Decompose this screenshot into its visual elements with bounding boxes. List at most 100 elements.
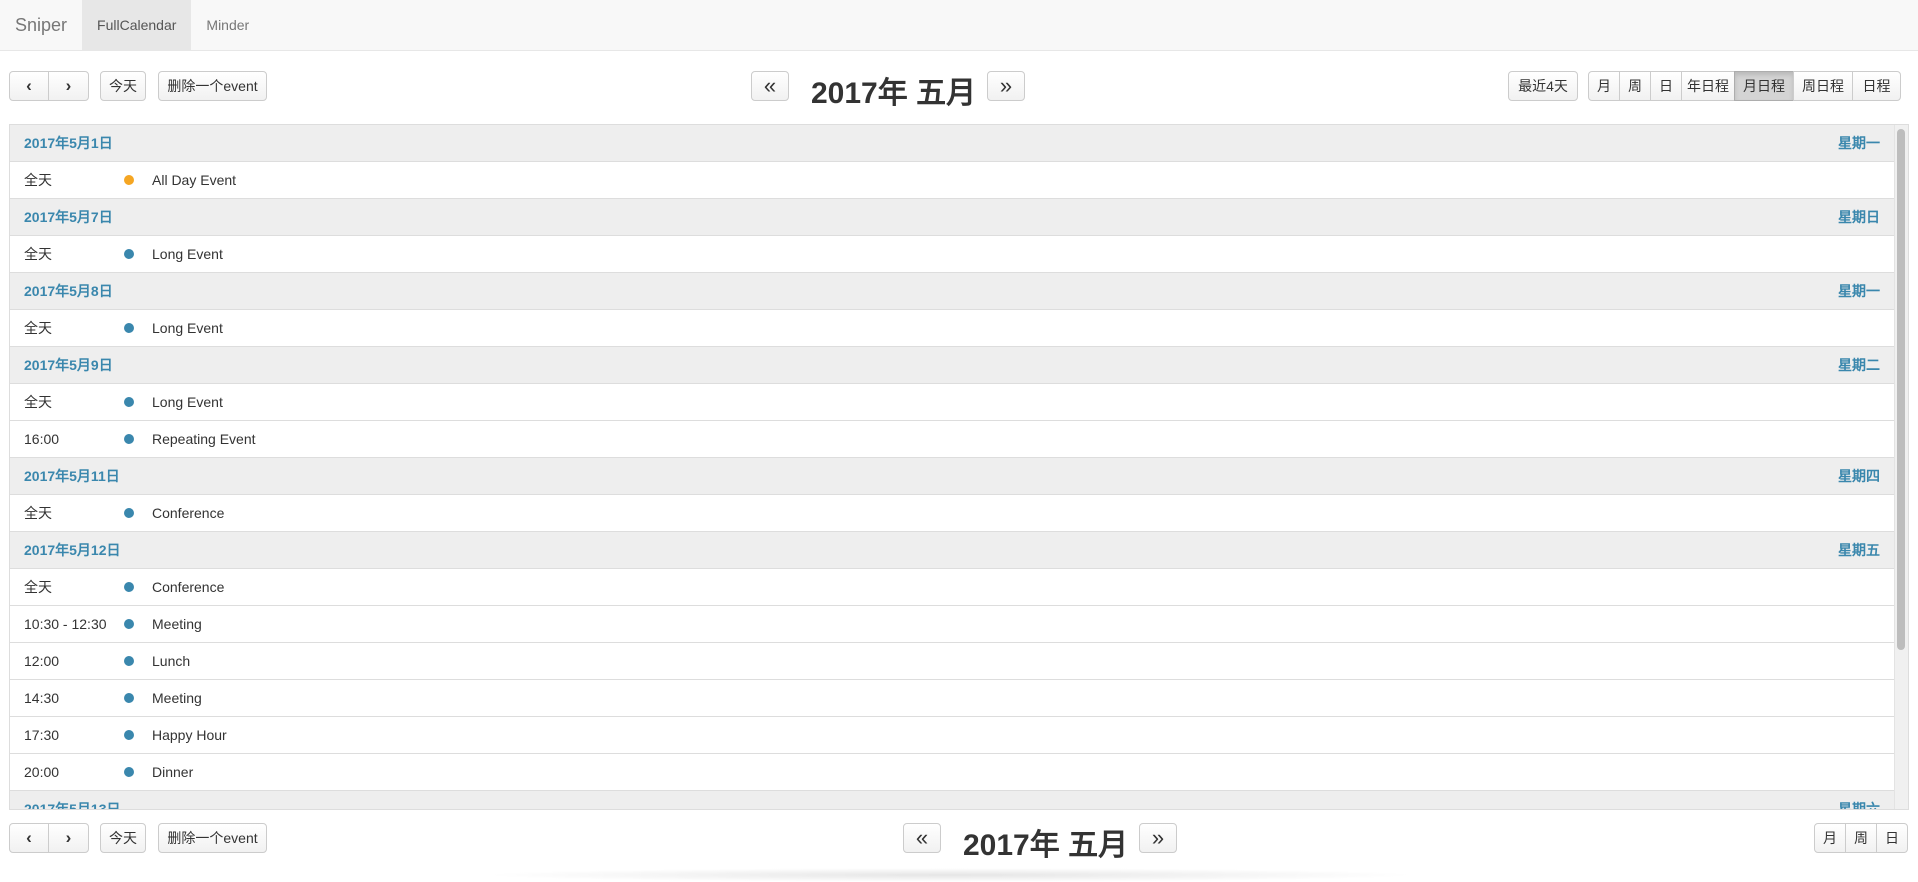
day-weekday[interactable]: 星期二 <box>1838 355 1880 375</box>
chevron-left-icon: ‹ <box>26 828 32 847</box>
footer-view-day-button[interactable]: 日 <box>1876 823 1908 853</box>
footer-view-week-button[interactable]: 周 <box>1845 823 1877 853</box>
event-color-dot-icon <box>124 730 134 740</box>
event-row[interactable]: 全天 Conference <box>10 569 1894 606</box>
event-color-dot-icon <box>124 397 134 407</box>
event-time: 17:30 <box>24 727 60 743</box>
event-dot-cell <box>124 767 146 777</box>
event-list-rows: 2017年5月1日 星期一 全天 All Day Event 2017年5月7日 星期日全… <box>10 125 1894 809</box>
day-weekday[interactable]: 星期一 <box>1838 281 1880 301</box>
chevron-right-icon: › <box>65 76 72 95</box>
event-dot-cell <box>124 582 146 592</box>
event-row[interactable]: 全天 Conference <box>10 495 1894 532</box>
day-date[interactable]: 2017年5月9日 <box>24 355 113 375</box>
footer-today-button[interactable]: 今天 <box>100 823 146 853</box>
next-button[interactable]: › <box>48 71 89 101</box>
event-dot-cell <box>124 730 146 740</box>
event-row[interactable]: 17:30 Happy Hour <box>10 717 1894 754</box>
remove-event-button[interactable]: 删除一个event <box>158 71 267 101</box>
event-row[interactable]: 14:30 Meeting <box>10 680 1894 717</box>
event-title[interactable]: Conference <box>146 505 224 521</box>
nav-item-fullcalendar[interactable]: FullCalendar <box>82 0 192 50</box>
footer-next-year-button[interactable]: » <box>1139 823 1177 853</box>
today-button[interactable]: 今天 <box>100 71 146 101</box>
event-title[interactable]: Happy Hour <box>146 727 227 743</box>
day-weekday[interactable]: 星期四 <box>1838 466 1880 486</box>
footer-view-month-button[interactable]: 月 <box>1814 823 1846 853</box>
day-date[interactable]: 2017年5月7日 <box>24 207 113 227</box>
day-header: 2017年5月7日 星期日 <box>10 199 1894 236</box>
view-year-list-button[interactable]: 年日程 <box>1681 71 1735 101</box>
day-header: 2017年5月11日 星期四 <box>10 458 1894 495</box>
event-title[interactable]: Meeting <box>146 690 202 706</box>
event-title[interactable]: Long Event <box>146 246 223 262</box>
view-month-button[interactable]: 月 <box>1588 71 1620 101</box>
chevron-right-icon: › <box>65 828 72 847</box>
event-list-view[interactable]: 2017年5月1日 星期一 全天 All Day Event 2017年5月7日 星期日全… <box>9 124 1909 810</box>
event-dot-cell <box>124 323 146 333</box>
event-color-dot-icon <box>124 508 134 518</box>
prev-year-button[interactable]: « <box>751 71 789 101</box>
prev-button[interactable]: ‹ <box>9 71 49 101</box>
event-row[interactable]: 全天 Long Event <box>10 384 1894 421</box>
event-row[interactable]: 全天 Long Event <box>10 310 1894 347</box>
day-date[interactable]: 2017年5月8日 <box>24 281 113 301</box>
event-color-dot-icon <box>124 249 134 259</box>
view-week-button[interactable]: 周 <box>1619 71 1651 101</box>
event-time: 全天 <box>24 579 52 595</box>
day-weekday[interactable]: 星期一 <box>1838 133 1880 153</box>
day-header: 2017年5月9日 星期二 <box>10 347 1894 384</box>
view-day-button[interactable]: 日 <box>1650 71 1682 101</box>
event-dot-cell <box>124 249 146 259</box>
chevron-left-icon: ‹ <box>26 76 32 95</box>
event-title[interactable]: All Day Event <box>146 172 236 188</box>
event-row[interactable]: 20:00 Dinner <box>10 754 1894 791</box>
event-row[interactable]: 16:00 Repeating Event <box>10 421 1894 458</box>
day-weekday[interactable]: 星期五 <box>1838 540 1880 560</box>
event-row[interactable]: 12:00 Lunch <box>10 643 1894 680</box>
event-time: 全天 <box>24 505 52 521</box>
event-color-dot-icon <box>124 656 134 666</box>
view-week-list-button[interactable]: 周日程 <box>1793 71 1853 101</box>
footer-remove-event-button[interactable]: 删除一个event <box>158 823 267 853</box>
day-date[interactable]: 2017年5月12日 <box>24 540 121 560</box>
event-row[interactable]: 全天 All Day Event <box>10 162 1894 199</box>
footer-prev-year-button[interactable]: « <box>903 823 941 853</box>
scrollbar-thumb[interactable] <box>1897 129 1905 650</box>
vertical-scrollbar[interactable] <box>1894 125 1908 809</box>
event-title[interactable]: Long Event <box>146 320 223 336</box>
brand-logo[interactable]: Sniper <box>0 0 82 50</box>
last-4-days-button[interactable]: 最近4天 <box>1508 71 1578 101</box>
event-time: 20:00 <box>24 764 60 780</box>
footer-next-button[interactable]: › <box>48 823 89 853</box>
day-date[interactable]: 2017年5月13日 <box>24 799 121 809</box>
double-chevron-right-icon: » <box>1151 825 1165 850</box>
event-time: 16:00 <box>24 431 60 447</box>
event-title[interactable]: Lunch <box>146 653 190 669</box>
nav-item-minder[interactable]: Minder <box>191 0 264 50</box>
day-weekday[interactable]: 星期六 <box>1838 799 1880 809</box>
event-color-dot-icon <box>124 693 134 703</box>
event-time: 14:30 <box>24 690 60 706</box>
event-color-dot-icon <box>124 767 134 777</box>
next-year-button[interactable]: » <box>987 71 1025 101</box>
day-weekday[interactable]: 星期日 <box>1838 207 1880 227</box>
view-month-list-button[interactable]: 月日程 <box>1734 71 1794 101</box>
view-list-button[interactable]: 日程 <box>1852 71 1901 101</box>
top-navbar: Sniper FullCalendar Minder <box>0 0 1918 51</box>
day-date[interactable]: 2017年5月11日 <box>24 466 120 486</box>
event-row[interactable]: 10:30 - 12:30 Meeting <box>10 606 1894 643</box>
day-header: 2017年5月12日 星期五 <box>10 532 1894 569</box>
event-title[interactable]: Repeating Event <box>146 431 256 447</box>
day-date[interactable]: 2017年5月1日 <box>24 133 113 153</box>
event-title[interactable]: Dinner <box>146 764 193 780</box>
event-color-dot-icon <box>124 323 134 333</box>
event-row[interactable]: 全天 Long Event <box>10 236 1894 273</box>
event-dot-cell <box>124 175 146 185</box>
event-title[interactable]: Conference <box>146 579 224 595</box>
event-title[interactable]: Meeting <box>146 616 202 632</box>
event-title[interactable]: Long Event <box>146 394 223 410</box>
footer-prev-button[interactable]: ‹ <box>9 823 49 853</box>
double-chevron-left-icon: « <box>763 73 777 98</box>
calendar-footer-toolbar: ‹ › 今天 删除一个event « 2017年 五月 » 月 周 日 <box>9 823 1909 862</box>
